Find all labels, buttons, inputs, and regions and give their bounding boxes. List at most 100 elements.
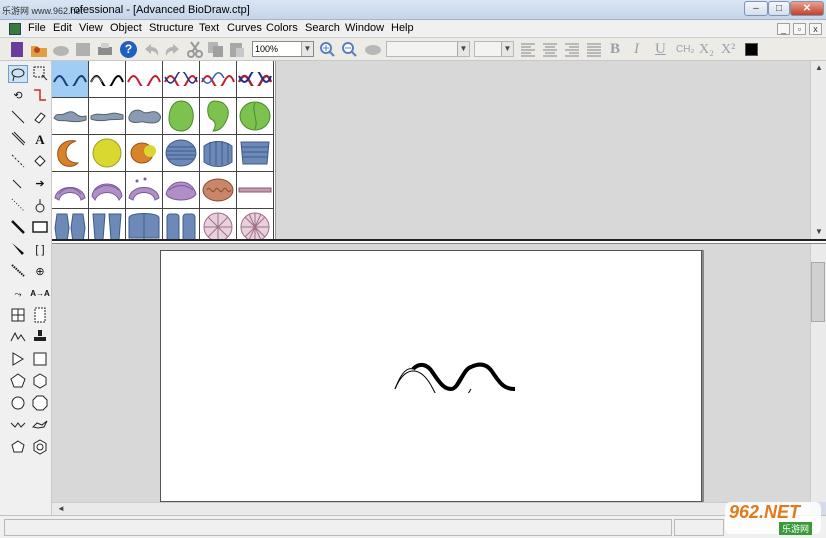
shape-rosette-1[interactable]: [200, 209, 237, 239]
cut-icon[interactable]: [186, 41, 204, 58]
menu-edit[interactable]: Edit: [53, 22, 72, 35]
print-icon[interactable]: [96, 41, 114, 58]
menu-text[interactable]: Text: [199, 22, 219, 35]
menu-structure[interactable]: Structure: [149, 22, 194, 35]
shape-membrane-2[interactable]: [89, 98, 126, 135]
align-right-icon[interactable]: [563, 41, 581, 58]
square-tool[interactable]: [30, 351, 50, 369]
align-center-icon[interactable]: [541, 41, 559, 58]
scroll-left-icon[interactable]: ◄: [54, 504, 68, 513]
zoom-select[interactable]: 100% ▼: [252, 41, 314, 57]
orbital-tool[interactable]: ⊕: [30, 263, 50, 281]
ring-chair-tool[interactable]: [30, 417, 50, 435]
grid-tool[interactable]: [8, 307, 28, 325]
shape-membrane-1[interactable]: [52, 98, 89, 135]
redo-icon[interactable]: [164, 41, 182, 58]
color-swatch[interactable]: [745, 43, 758, 56]
menu-colors[interactable]: Colors: [266, 22, 298, 35]
stamp-tool[interactable]: [30, 329, 50, 347]
minimize-button[interactable]: –: [744, 1, 768, 16]
canvas-vertical-scroll-thumb[interactable]: [811, 262, 825, 322]
menu-view[interactable]: View: [79, 22, 103, 35]
zoom-in-icon[interactable]: [318, 41, 336, 58]
shape-violet-arc-3[interactable]: [126, 172, 163, 209]
menu-help[interactable]: Help: [391, 22, 414, 35]
menu-window[interactable]: Window: [345, 22, 384, 35]
new-document-icon[interactable]: [8, 41, 26, 58]
text-size-tool[interactable]: A→A: [28, 285, 52, 303]
pentagon-tool[interactable]: [8, 373, 28, 391]
wavy-bond-tool[interactable]: [8, 197, 28, 215]
shape-helix-1[interactable]: [52, 61, 89, 98]
triangle-tool[interactable]: [8, 351, 28, 369]
wedge-bond-tool[interactable]: [8, 241, 28, 259]
shape-golgi-3[interactable]: [237, 135, 274, 172]
dashed-bond-tool[interactable]: [8, 153, 28, 171]
scroll-down-icon[interactable]: ▼: [812, 227, 826, 236]
maximize-button[interactable]: □: [768, 1, 790, 16]
eye-icon[interactable]: [364, 41, 382, 58]
hexagon-tool[interactable]: [30, 373, 50, 391]
copy-icon[interactable]: [207, 41, 225, 58]
template-tool[interactable]: [30, 197, 50, 215]
underline-button[interactable]: U: [655, 41, 666, 58]
rotate-tool[interactable]: ⟲: [8, 87, 28, 105]
rectangle-tool[interactable]: [30, 219, 50, 237]
align-left-icon[interactable]: [519, 41, 537, 58]
cyclopentane-tool[interactable]: [8, 439, 28, 457]
connector-tool[interactable]: [30, 87, 50, 105]
shape-violet-arc-1[interactable]: [52, 172, 89, 209]
mdi-minimize-icon[interactable]: _: [777, 23, 790, 35]
chain-tool[interactable]: ⤳: [8, 285, 28, 303]
helix-drawing[interactable]: [393, 359, 519, 393]
bold-bond-tool[interactable]: [8, 219, 28, 237]
mdi-restore-icon[interactable]: ▫: [793, 23, 806, 35]
marquee-tool[interactable]: [30, 65, 50, 83]
shape-violet-arc-2[interactable]: [89, 172, 126, 209]
shape-rosette-2[interactable]: [237, 209, 274, 239]
mdi-close-icon[interactable]: x: [809, 23, 822, 35]
bond-tool[interactable]: [8, 131, 28, 149]
canvas-horizontal-scrollbar[interactable]: ◄: [52, 502, 810, 515]
scroll-up-icon[interactable]: ▲: [812, 63, 826, 72]
shape-channel-1[interactable]: [52, 209, 89, 239]
paste-icon[interactable]: [228, 41, 246, 58]
save-icon[interactable]: [74, 41, 92, 58]
shape-yellow-circle[interactable]: [89, 135, 126, 172]
lasso-tool[interactable]: [8, 65, 28, 83]
shape-orange-yellow[interactable]: [126, 135, 163, 172]
shape-channel-2[interactable]: [89, 209, 126, 239]
zoom-out-icon[interactable]: [340, 41, 358, 58]
shape-helix-5[interactable]: [200, 61, 237, 98]
ring-flat-tool[interactable]: [8, 417, 28, 435]
menu-object[interactable]: Object: [110, 22, 142, 35]
shape-channel-3[interactable]: [126, 209, 163, 239]
arrow-tool[interactable]: ➔: [30, 175, 50, 193]
ch2-button[interactable]: CH₂: [676, 41, 694, 58]
font-size-select[interactable]: ▼: [474, 41, 514, 57]
align-justify-icon[interactable]: [585, 41, 603, 58]
hash-bond-tool[interactable]: [8, 175, 28, 193]
text-tool[interactable]: A: [30, 131, 50, 149]
shape-violet-arc-4[interactable]: [163, 172, 200, 209]
help-icon[interactable]: ?: [120, 41, 137, 58]
shape-golgi-2[interactable]: [200, 135, 237, 172]
shape-green-blob-1[interactable]: [163, 98, 200, 135]
close-button[interactable]: ✕: [790, 1, 824, 16]
font-select[interactable]: ▼: [386, 41, 470, 57]
drawing-canvas[interactable]: [160, 250, 702, 502]
menu-file[interactable]: File: [28, 22, 46, 35]
shape-helix-6[interactable]: [237, 61, 274, 98]
undo-icon[interactable]: [142, 41, 160, 58]
benzene-tool[interactable]: [30, 439, 50, 457]
line-tool[interactable]: [8, 109, 28, 127]
menu-curves[interactable]: Curves: [227, 22, 262, 35]
shape-golgi-1[interactable]: [163, 135, 200, 172]
italic-button[interactable]: I: [634, 41, 639, 58]
shape-pink-bar[interactable]: [237, 172, 274, 209]
shape-mitochondrion[interactable]: [200, 172, 237, 209]
shape-orange-c[interactable]: [52, 135, 89, 172]
shape-green-blob-3[interactable]: [237, 98, 274, 135]
bracket-tool[interactable]: [ ]: [30, 241, 50, 259]
paint-bucket-tool[interactable]: [30, 153, 50, 171]
